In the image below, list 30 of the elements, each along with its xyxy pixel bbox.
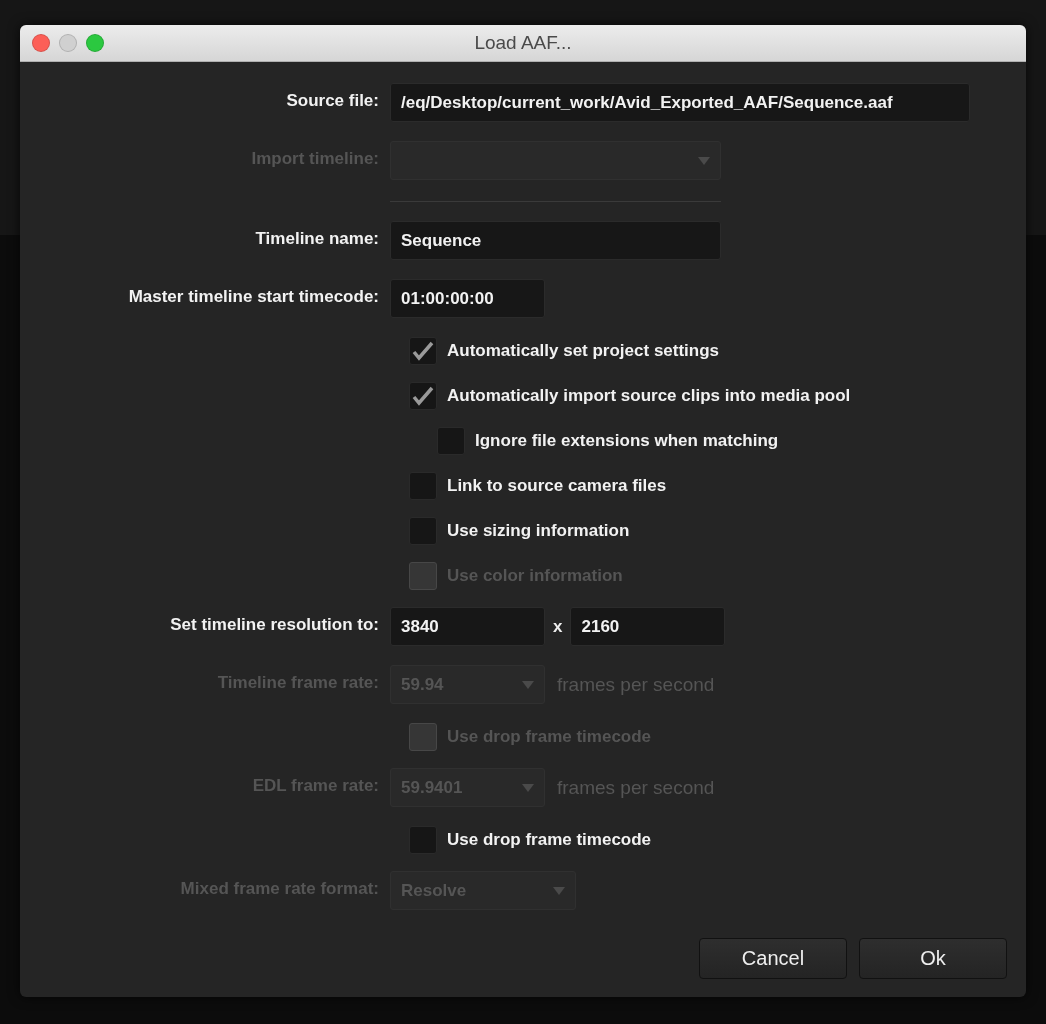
field-label: Master timeline start timecode:: [128, 286, 379, 308]
field-label: Timeline name:: [255, 228, 379, 250]
input-field[interactable]: Sequence: [390, 221, 721, 260]
zoom-button[interactable]: [86, 34, 104, 52]
minimize-button[interactable]: [59, 34, 77, 52]
caret-icon: [522, 783, 534, 792]
checkbox-label: Link to source camera files: [447, 475, 667, 496]
height-field[interactable]: 2160: [570, 607, 726, 646]
close-button[interactable]: [32, 34, 50, 52]
caret-icon: [553, 886, 565, 895]
cancel-button[interactable]: Cancel: [699, 938, 847, 979]
caret-icon: [522, 680, 534, 689]
checkbox-label: Ignore file extensions when matching: [475, 430, 779, 451]
width-field[interactable]: 3840: [390, 607, 545, 646]
checkbox-label: Automatically set project settings: [447, 340, 720, 361]
times-sign: x: [553, 616, 563, 637]
window-title: Load AAF...: [474, 32, 572, 54]
input-field[interactable]: /eq/Desktop/current_work/Avid_Exported_AAF/Sequence.aaf: [390, 83, 970, 122]
field-label: Source file:: [286, 90, 379, 112]
field-label: Set timeline resolution to:: [170, 614, 379, 636]
checkbox[interactable]: [409, 336, 437, 365]
checkbox[interactable]: [409, 381, 437, 410]
ok-button[interactable]: Ok: [859, 938, 1007, 979]
checkbox-label: Automatically import source clips into media pool: [447, 385, 851, 406]
checkmark-icon: [412, 340, 434, 361]
input-field[interactable]: 01:00:00:00: [390, 279, 545, 318]
checkbox-label: Use drop frame timecode: [447, 829, 652, 850]
caret-icon: [698, 156, 710, 165]
checkmark-icon: [412, 385, 434, 406]
checkbox-label: Use sizing information: [447, 520, 630, 541]
